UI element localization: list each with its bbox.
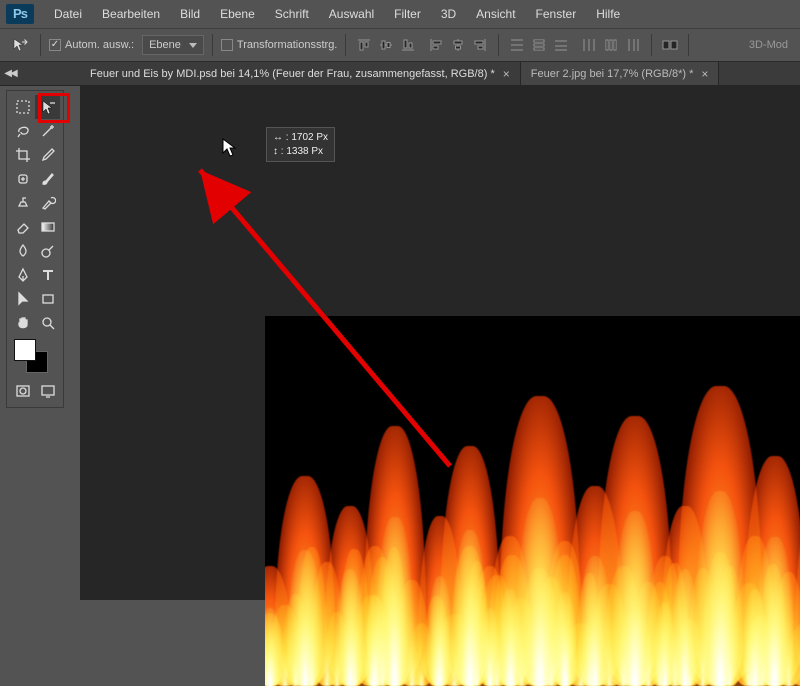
drag-position-tooltip: ↔ : 1702 Px ↕ : 1338 Px: [266, 127, 335, 162]
options-bar: Autom. ausw.: Ebene Transformationsstrg.…: [0, 28, 800, 62]
tool-move[interactable]: [35, 95, 60, 119]
cursor-icon: [222, 138, 238, 163]
align-right-icon[interactable]: [470, 35, 490, 55]
tool-quickmask[interactable]: [10, 379, 35, 403]
auto-align-icon[interactable]: [660, 35, 680, 55]
panel-collapse-icon[interactable]: ◀◀: [0, 62, 20, 85]
tool-path-select[interactable]: [10, 287, 35, 311]
document-tab-2[interactable]: Feuer 2.jpg bei 17,7% (RGB/8*) * ×: [521, 62, 720, 85]
tool-clone-stamp[interactable]: [10, 191, 35, 215]
tools-panel: [6, 90, 64, 408]
tool-eyedropper[interactable]: [35, 143, 60, 167]
menu-schrift[interactable]: Schrift: [265, 7, 319, 21]
tool-eraser[interactable]: [10, 215, 35, 239]
color-swatches[interactable]: [10, 335, 60, 379]
tool-zoom[interactable]: [35, 311, 60, 335]
tool-marquee[interactable]: [10, 95, 35, 119]
auto-select-toggle[interactable]: Autom. ausw.:: [49, 39, 134, 51]
app-logo: Ps: [6, 4, 34, 24]
align-group-1: [354, 35, 418, 55]
distribute-vcenter-icon[interactable]: [529, 35, 549, 55]
checkbox-icon: [49, 39, 61, 51]
distribute-right-icon[interactable]: [623, 35, 643, 55]
tool-blur[interactable]: [10, 239, 35, 263]
tool-healing-brush[interactable]: [10, 167, 35, 191]
distribute-bottom-icon[interactable]: [551, 35, 571, 55]
menu-filter[interactable]: Filter: [384, 7, 431, 21]
menu-bar: Ps Datei Bearbeiten Bild Ebene Schrift A…: [0, 0, 800, 28]
tool-gradient[interactable]: [35, 215, 60, 239]
menu-hilfe[interactable]: Hilfe: [586, 7, 630, 21]
document-tab-strip: ◀◀ Feuer und Eis by MDI.psd bei 14,1% (F…: [0, 62, 800, 86]
tool-crop[interactable]: [10, 143, 35, 167]
align-vcenter-icon[interactable]: [376, 35, 396, 55]
transform-controls-label: Transformationsstrg.: [237, 39, 337, 51]
menu-bild[interactable]: Bild: [170, 7, 210, 21]
menu-bearbeiten[interactable]: Bearbeiten: [92, 7, 170, 21]
three-d-mode-label[interactable]: 3D-Mod: [745, 39, 792, 51]
checkbox-icon: [221, 39, 233, 51]
distribute-group-2: [579, 35, 643, 55]
move-tool-icon: [8, 35, 32, 55]
menu-auswahl[interactable]: Auswahl: [319, 7, 384, 21]
tool-dodge[interactable]: [35, 239, 60, 263]
tool-screenmode[interactable]: [35, 379, 60, 403]
align-hcenter-icon[interactable]: [448, 35, 468, 55]
tool-pen[interactable]: [10, 263, 35, 287]
distribute-top-icon[interactable]: [507, 35, 527, 55]
close-icon[interactable]: ×: [701, 67, 708, 81]
align-group-2: [426, 35, 490, 55]
tool-shape[interactable]: [35, 287, 60, 311]
foreground-swatch[interactable]: [14, 339, 36, 361]
distribute-left-icon[interactable]: [579, 35, 599, 55]
document-tab-label: Feuer 2.jpg bei 17,7% (RGB/8*) *: [531, 68, 694, 80]
tool-brush[interactable]: [35, 167, 60, 191]
distribute-hcenter-icon[interactable]: [601, 35, 621, 55]
tool-history-brush[interactable]: [35, 191, 60, 215]
tool-lasso[interactable]: [10, 119, 35, 143]
tool-type[interactable]: [35, 263, 60, 287]
align-bottom-icon[interactable]: [398, 35, 418, 55]
workspace: [80, 86, 800, 600]
menu-3d[interactable]: 3D: [431, 7, 466, 21]
auto-select-label: Autom. ausw.:: [65, 39, 134, 51]
align-top-icon[interactable]: [354, 35, 374, 55]
auto-select-mode-dropdown[interactable]: Ebene: [142, 35, 204, 55]
document-canvas[interactable]: [265, 316, 800, 686]
close-icon[interactable]: ×: [503, 67, 510, 81]
document-tab-1[interactable]: Feuer und Eis by MDI.psd bei 14,1% (Feue…: [80, 62, 521, 85]
menu-ansicht[interactable]: Ansicht: [466, 7, 525, 21]
tooltip-width: ↔ : 1702 Px: [273, 131, 328, 145]
tool-magic-wand[interactable]: [35, 119, 60, 143]
menu-fenster[interactable]: Fenster: [526, 7, 587, 21]
tool-hand[interactable]: [10, 311, 35, 335]
tooltip-height: ↕ : 1338 Px: [273, 145, 328, 159]
align-left-icon[interactable]: [426, 35, 446, 55]
distribute-group-1: [507, 35, 571, 55]
menu-datei[interactable]: Datei: [44, 7, 92, 21]
document-tab-label: Feuer und Eis by MDI.psd bei 14,1% (Feue…: [90, 68, 495, 80]
transform-controls-toggle[interactable]: Transformationsstrg.: [221, 39, 337, 51]
menu-ebene[interactable]: Ebene: [210, 7, 265, 21]
